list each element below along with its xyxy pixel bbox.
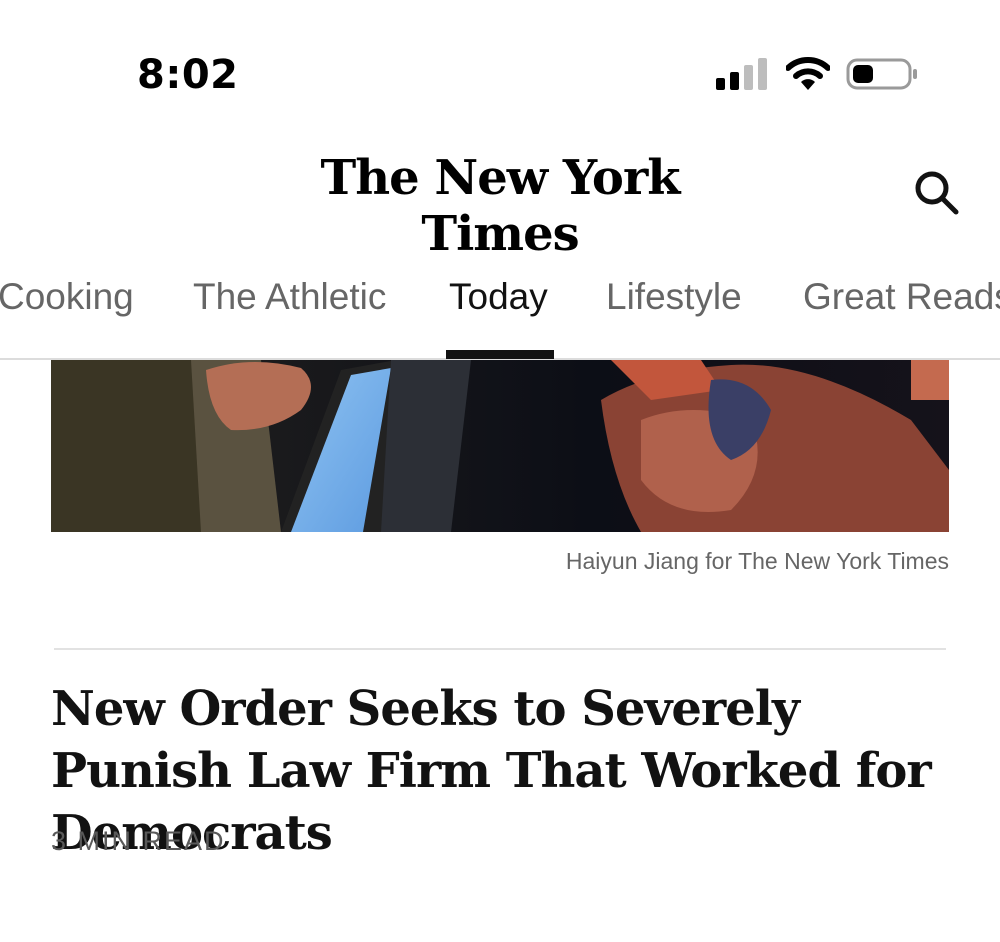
photo-illustration [51,360,949,532]
tab-cooking[interactable]: Cooking [0,276,134,318]
read-time: 3 MIN READ [51,826,226,856]
tab-the-athletic[interactable]: The Athletic [193,276,386,318]
battery-icon [846,58,917,90]
status-bar: 8:02 [0,0,1000,150]
divider [54,648,946,650]
status-time: 8:02 [137,52,239,98]
masthead: The New York Times [0,150,1000,262]
search-icon[interactable] [912,168,964,220]
cellular-signal-icon [716,58,767,90]
article-photo[interactable] [51,360,949,532]
tab-today[interactable]: Today [449,276,548,318]
photo-credit: Haiyun Jiang for The New York Times [565,548,949,574]
tab-lifestyle[interactable]: Lifestyle [606,276,742,318]
active-tab-indicator [446,350,554,359]
tab-great-reads[interactable]: Great Reads [803,276,1000,318]
section-tabs: Cooking The Athletic Today Lifestyle Gre… [0,262,1000,360]
nyt-logo[interactable]: The New York Times [270,150,730,262]
wifi-icon [786,57,830,90]
